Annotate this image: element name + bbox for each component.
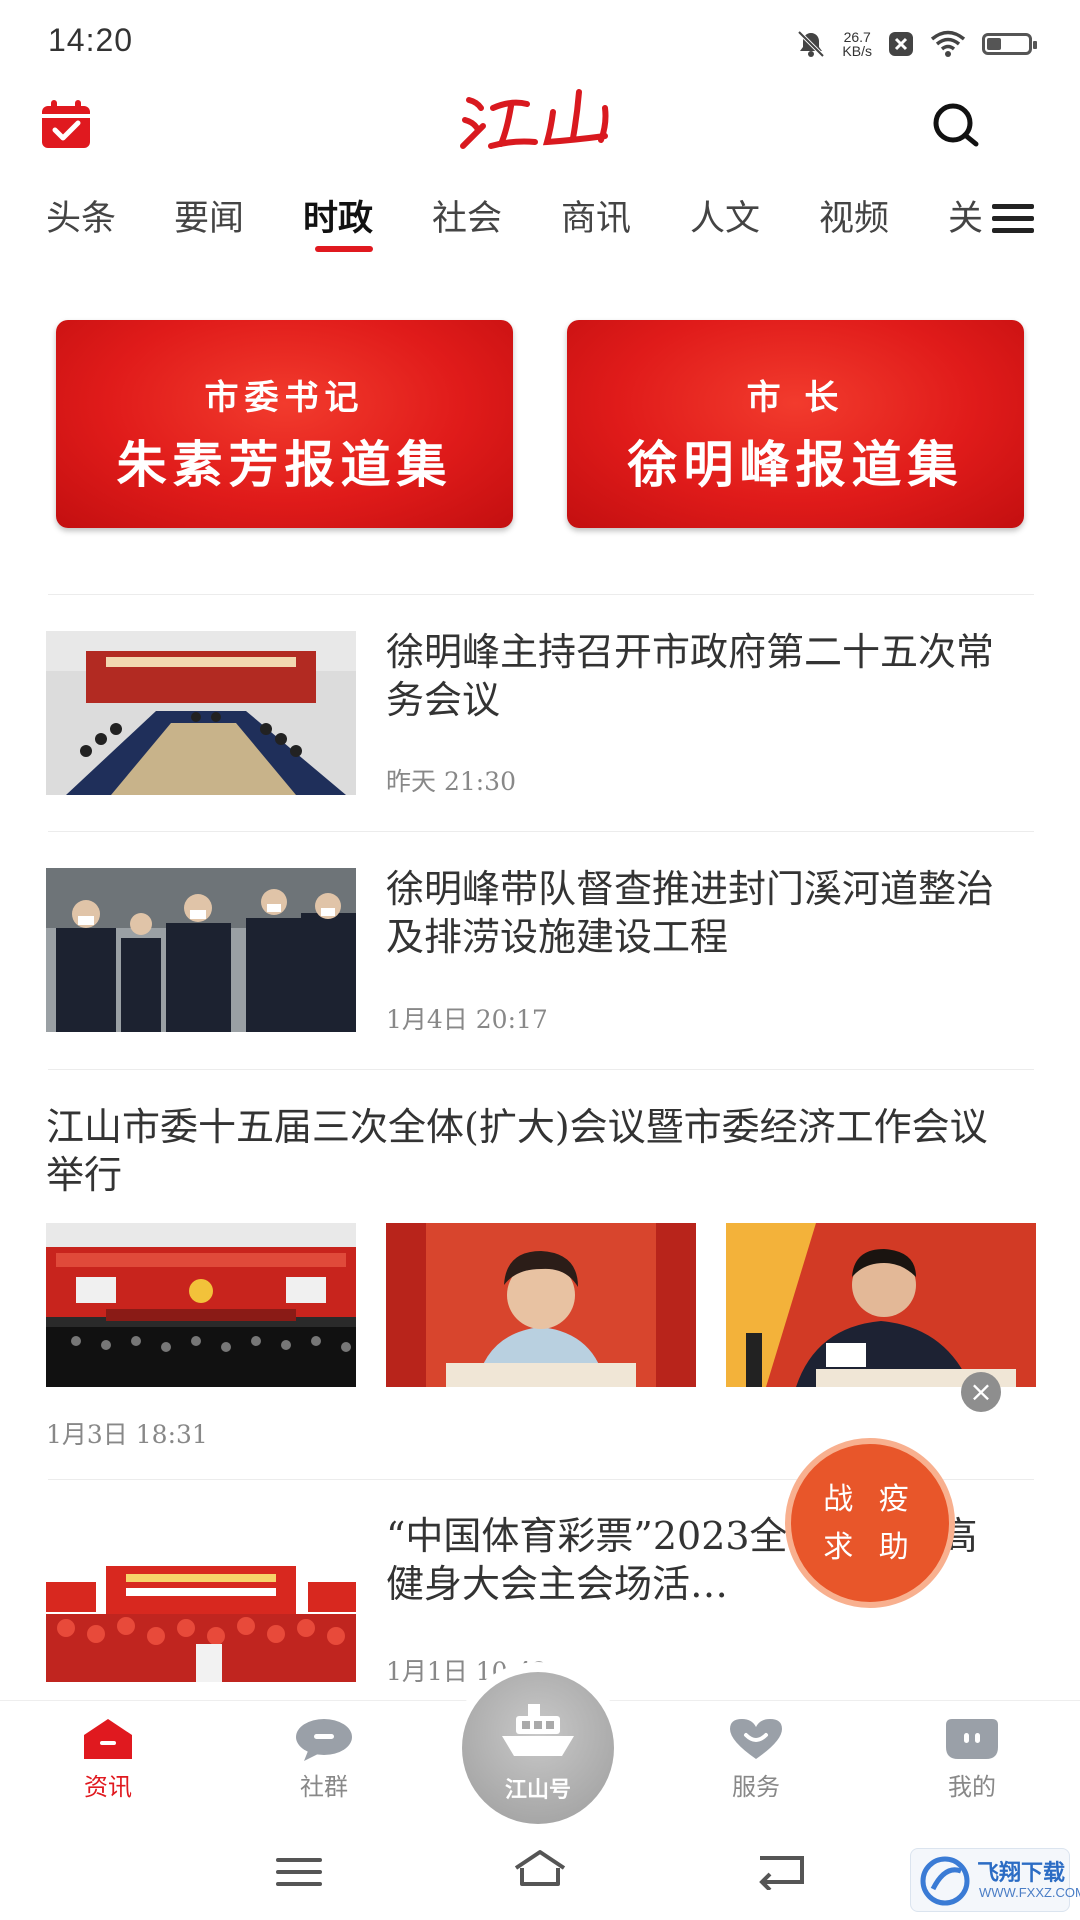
- net-speed: 26.7 KB/s: [842, 29, 872, 59]
- banner-mayor[interactable]: 市 长 徐明峰报道集: [567, 320, 1024, 528]
- tab-shehui[interactable]: 社会: [432, 190, 502, 241]
- news-title: 徐明峰主持召开市政府第二十五次常务会议: [386, 630, 995, 722]
- status-icons: 26.7 KB/s: [796, 26, 1037, 62]
- home-nav-icon[interactable]: [512, 1848, 568, 1888]
- bottom-tab-profile[interactable]: 我的: [912, 1717, 1032, 1802]
- bottom-tab-news[interactable]: 资讯: [48, 1717, 168, 1802]
- divider: [48, 831, 1034, 832]
- channel-tabs: 头条 要闻 时政 社会 商讯 人文 视频 关: [0, 190, 1080, 270]
- news-thumbnail-speaker-1: [386, 1223, 696, 1387]
- news-title: 徐明峰带队督查推进封门溪河道整治及排涝设施建设工程: [386, 867, 995, 959]
- jiangshanhao-center-button[interactable]: 江山号: [452, 1662, 624, 1834]
- system-nav-bar: 飞翔下载 WWW.FXXZ.COM: [0, 1820, 1080, 1920]
- profile-icon: [946, 1719, 998, 1759]
- active-tab-indicator: [315, 246, 373, 252]
- fight-epidemic-help-button[interactable]: 战 疫 求 助: [785, 1438, 955, 1608]
- status-bar: 14:20 26.7 KB/s: [0, 0, 1080, 86]
- tab-shangxun[interactable]: 商讯: [561, 190, 631, 241]
- news-thumbnail-event: [46, 1518, 356, 1682]
- bottom-tab-community[interactable]: 社群: [264, 1717, 384, 1802]
- home-icon: [84, 1719, 132, 1759]
- calendar-check-icon[interactable]: [38, 96, 94, 152]
- recent-apps-icon[interactable]: [276, 1856, 322, 1888]
- divider: [48, 594, 1034, 595]
- tab-shizheng[interactable]: 时政: [303, 190, 373, 241]
- back-icon[interactable]: [756, 1850, 806, 1890]
- menu-icon[interactable]: [992, 202, 1034, 236]
- divider: [48, 1069, 1034, 1070]
- tab-more[interactable]: 关: [948, 190, 983, 241]
- tab-yaowen[interactable]: 要闻: [174, 190, 244, 241]
- heart-icon: [730, 1719, 782, 1759]
- app-notification-icon: [889, 32, 913, 56]
- tab-renwen[interactable]: 人文: [690, 190, 760, 241]
- news-thumbnail-inspection: [46, 868, 356, 1032]
- news-time: 昨天 21:30: [386, 767, 516, 796]
- news-time: 1月4日 20:17: [386, 1005, 548, 1034]
- news-time: 1月3日 18:31: [46, 1420, 208, 1449]
- news-thumbnail-plenary: [46, 1223, 356, 1387]
- float-close-button[interactable]: ×: [961, 1372, 1001, 1412]
- tab-toutiao[interactable]: 头条: [46, 190, 116, 241]
- banner-party-secretary[interactable]: 市委书记 朱素芳报道集: [56, 320, 513, 528]
- watermark-logo-icon: [920, 1856, 970, 1906]
- wifi-icon: [930, 30, 966, 57]
- status-time: 14:20: [48, 22, 134, 58]
- app-header: 江山: [0, 86, 1080, 206]
- bottom-tab-service[interactable]: 服务: [696, 1717, 816, 1802]
- bell-off-icon: [798, 30, 825, 58]
- center-button-face: 江山号: [462, 1672, 614, 1824]
- chat-bubble-icon: [296, 1719, 352, 1761]
- site-watermark: 飞翔下载 WWW.FXXZ.COM: [910, 1848, 1080, 1912]
- battery-icon: [982, 33, 1037, 55]
- news-thumbnail-speaker-2: [726, 1223, 1036, 1387]
- tab-shipin[interactable]: 视频: [819, 190, 889, 241]
- search-icon[interactable]: [930, 100, 982, 152]
- news-thumbnail-meeting: [46, 631, 356, 795]
- app-logo: 江山: [460, 89, 609, 149]
- ship-icon: [502, 1704, 574, 1756]
- news-title: 江山市委十五届三次全体(扩大)会议暨市委经济工作会议举行: [46, 1105, 988, 1197]
